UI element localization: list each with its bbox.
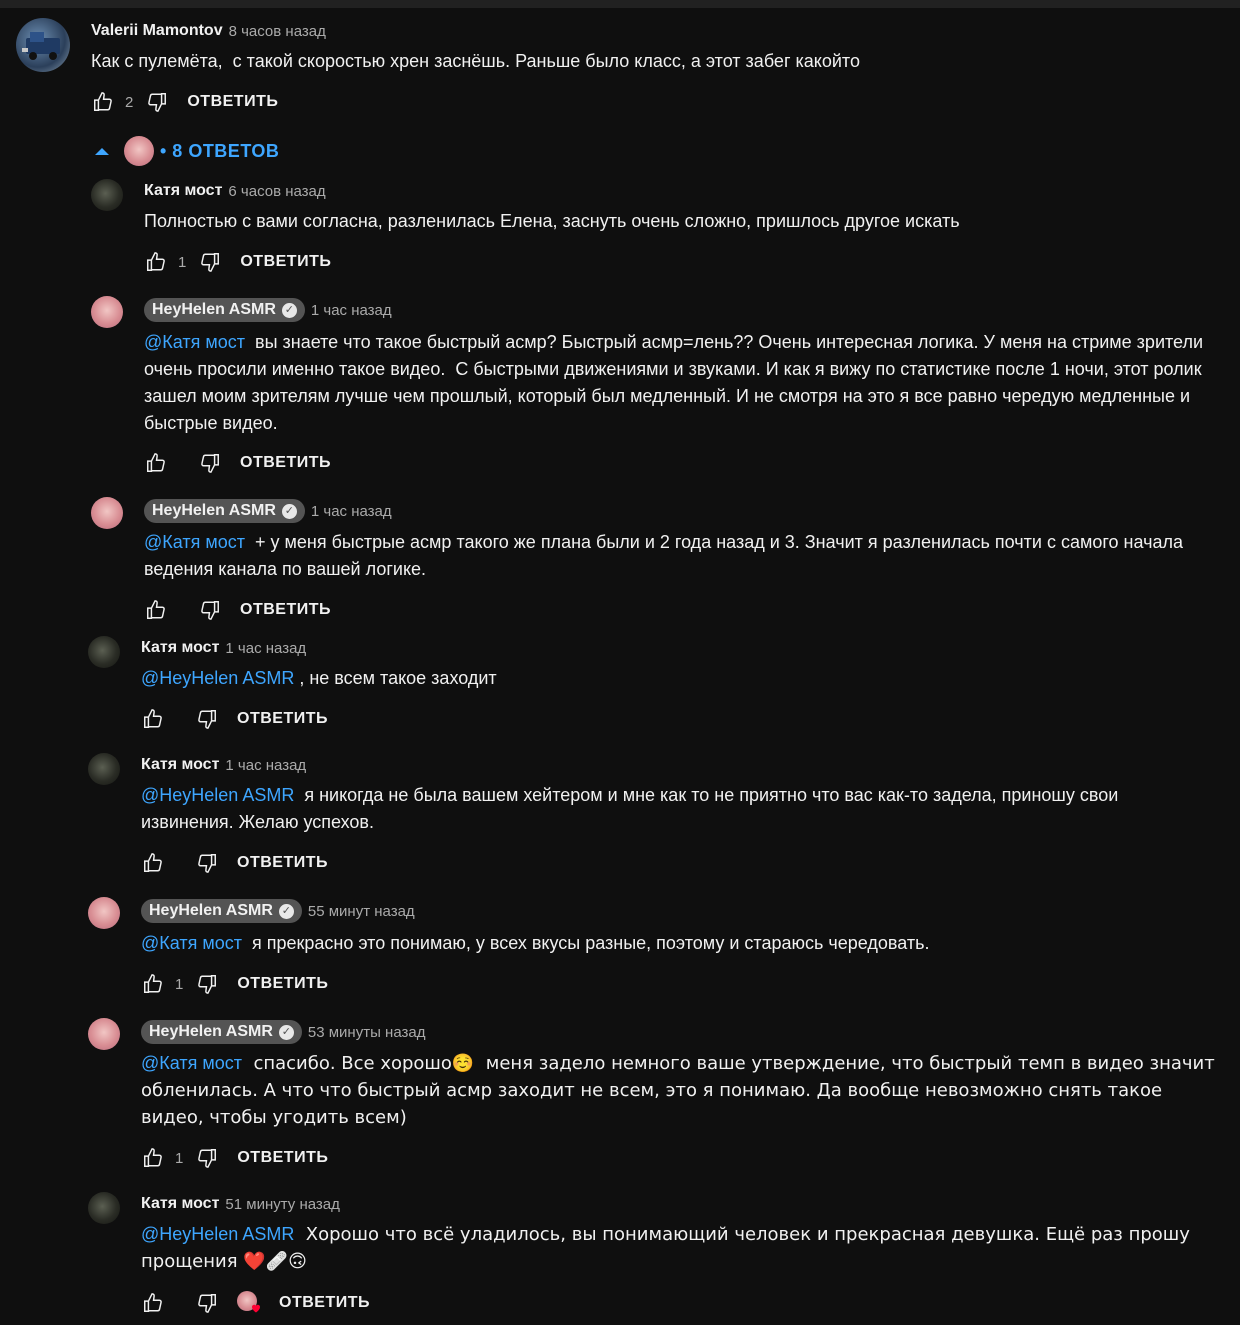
like-count: 2 [125,93,134,111]
reply-button[interactable]: ОТВЕТИТЬ [240,454,331,472]
comment-text: @HeyHelen ASMR я никогда не была вашем х… [141,785,1124,832]
avatar[interactable] [88,897,120,929]
avatar[interactable] [88,1192,120,1224]
comment-time[interactable]: 51 минуту назад [225,1196,339,1213]
replies-toggle[interactable]: • 8 ОТВЕТОВ [90,134,279,168]
creator-heart-icon [237,1291,261,1315]
comment-text: @Катя мост + у меня быстрые асмр такого … [144,532,1189,579]
mention-link[interactable]: @HeyHelen ASMR [141,785,294,805]
thumbs-down-icon[interactable] [145,90,169,114]
comment-time[interactable]: 55 минут назад [308,903,415,920]
comment-author[interactable]: Катя мост [144,182,222,200]
thumbs-down-icon[interactable] [195,851,219,875]
comment-author: HeyHelen ASMR [152,502,276,519]
comment-author[interactable]: Катя мост [141,639,219,657]
mention-link[interactable]: @HeyHelen ASMR [141,668,294,688]
comment-author: HeyHelen ASMR [149,1023,273,1040]
mention-link[interactable]: @Катя мост [141,1053,242,1073]
owner-badge[interactable]: HeyHelen ASMR ✓ [141,899,302,923]
like-count: 1 [175,975,184,993]
verified-check-icon: ✓ [281,302,297,318]
avatar[interactable] [16,18,70,72]
like-count: 1 [175,1149,184,1167]
comment-time[interactable]: 8 часов назад [229,23,326,40]
reply-button[interactable]: ОТВЕТИТЬ [237,1149,328,1167]
reply-button[interactable]: ОТВЕТИТЬ [240,253,331,271]
avatar[interactable] [88,753,120,785]
avatar[interactable] [91,497,123,529]
thumbs-up-icon[interactable] [91,90,115,114]
comment-text: @Катя мост вы знаете что такое быстрый а… [144,332,1209,433]
verified-check-icon: ✓ [278,903,294,919]
thumbs-down-icon[interactable] [195,1146,219,1170]
thumbs-up-icon[interactable] [141,972,165,996]
top-divider [0,0,1240,8]
comment-text: @Катя мост я прекрасно это понимаю, у вс… [141,933,930,953]
comment-text: @Катя мост спасибо. Все хорошо☺️ меня за… [141,1053,1221,1128]
mention-link[interactable]: @Катя мост [144,332,245,352]
thumbs-down-icon[interactable] [195,972,219,996]
thumbs-up-icon[interactable] [141,707,165,731]
avatar[interactable] [91,296,123,328]
mention-link[interactable]: @Катя мост [141,933,242,953]
thumbs-down-icon[interactable] [198,598,222,622]
comment-time[interactable]: 1 час назад [225,640,306,657]
thumbs-down-icon[interactable] [198,451,222,475]
like-count: 1 [178,253,187,271]
reply-button[interactable]: ОТВЕТИТЬ [237,975,328,993]
comment-time[interactable]: 1 час назад [225,757,306,774]
caret-up-icon [90,139,114,163]
thumbs-up-icon[interactable] [141,851,165,875]
thumbs-up-icon[interactable] [144,250,168,274]
mention-link[interactable]: @HeyHelen ASMR [141,1224,294,1244]
thumbs-down-icon[interactable] [195,1291,219,1315]
reply-button[interactable]: ОТВЕТИТЬ [279,1294,370,1312]
comment-text: Как с пулемёта, с такой скоростью хрен з… [91,51,860,71]
owner-badge[interactable]: HeyHelen ASMR ✓ [144,298,305,322]
avatar[interactable] [88,1018,120,1050]
comment-time[interactable]: 6 часов назад [228,183,325,200]
thumbs-down-icon[interactable] [195,707,219,731]
thumbs-up-icon[interactable] [141,1146,165,1170]
comment-time[interactable]: 53 минуты назад [308,1024,426,1041]
reply-button[interactable]: ОТВЕТИТЬ [237,710,328,728]
comment-text: @HeyHelen ASMR Хорошо что всё уладилось,… [141,1224,1196,1272]
comment-text: Полностью с вами согласна, разленилась Е… [144,211,960,231]
replies-count: • 8 ОТВЕТОВ [160,140,280,161]
thumbs-down-icon[interactable] [198,250,222,274]
reply-button[interactable]: ОТВЕТИТЬ [237,854,328,872]
avatar[interactable] [88,636,120,668]
comment-author: HeyHelen ASMR [152,301,276,318]
comment-author[interactable]: Катя мост [141,1195,219,1213]
avatar[interactable] [91,179,123,211]
comment-author[interactable]: Катя мост [141,756,219,774]
thumbs-up-icon[interactable] [144,451,168,475]
reply-button[interactable]: ОТВЕТИТЬ [187,93,278,111]
verified-check-icon: ✓ [281,503,297,519]
verified-check-icon: ✓ [278,1024,294,1040]
thumbs-up-icon[interactable] [141,1291,165,1315]
comment-author[interactable]: Valerii Mamontov [91,22,223,40]
mention-link[interactable]: @Катя мост [144,532,245,552]
creator-avatar [124,136,154,166]
comment-time[interactable]: 1 час назад [311,503,392,520]
thumbs-up-icon[interactable] [144,598,168,622]
comment-author: HeyHelen ASMR [149,902,273,919]
owner-badge[interactable]: HeyHelen ASMR ✓ [144,499,305,523]
reply-button[interactable]: ОТВЕТИТЬ [240,601,331,619]
comment-text: @HeyHelen ASMR , не всем такое заходит [141,668,497,688]
comment-time[interactable]: 1 час назад [311,302,392,319]
owner-badge[interactable]: HeyHelen ASMR ✓ [141,1020,302,1044]
